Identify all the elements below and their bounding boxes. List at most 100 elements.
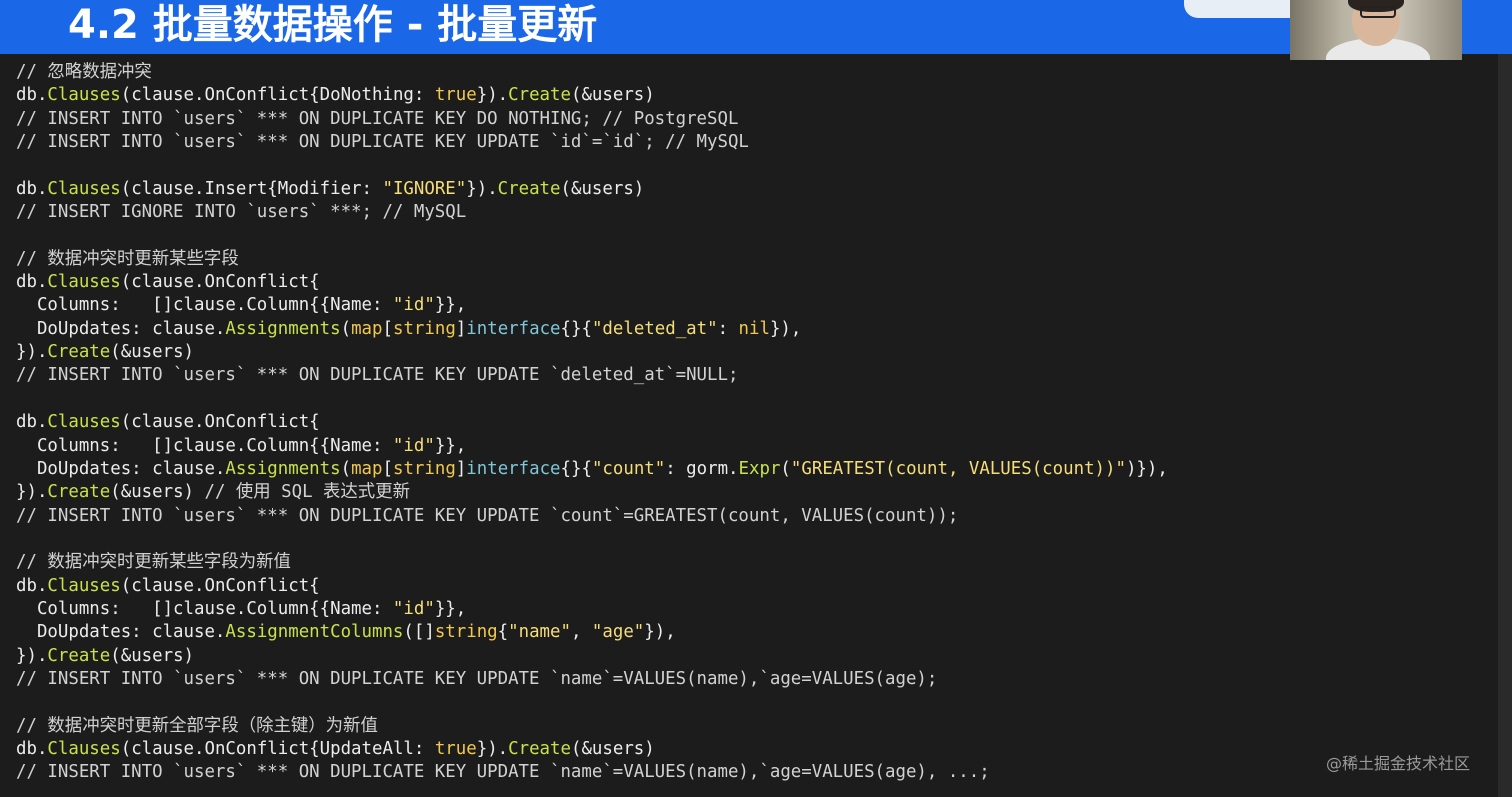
code-line: // INSERT INTO `users` *** ON DUPLICATE … bbox=[16, 131, 1168, 154]
code-string: "id" bbox=[392, 435, 435, 456]
code-text: Columns: []clause.Column{{Name: bbox=[16, 598, 393, 619]
code-comment: // INSERT IGNORE INTO `users` ***; // My… bbox=[16, 202, 467, 223]
code-text: { bbox=[497, 622, 509, 643]
code-text: (clause.Insert{Modifier: bbox=[120, 178, 383, 199]
code-block: // 忽略数据冲突 db.Clauses(clause.OnConflict{Do… bbox=[16, 61, 1168, 785]
code-text: ([] bbox=[403, 622, 435, 643]
code-text: ] bbox=[455, 458, 467, 479]
code-keyword: string bbox=[434, 622, 498, 643]
code-string: "age" bbox=[591, 622, 645, 643]
code-line: Columns: []clause.Column{{Name: "id"}}, bbox=[16, 435, 1168, 458]
code-function: Create bbox=[47, 342, 111, 363]
code-text: }). bbox=[476, 85, 509, 106]
code-function: Expr bbox=[738, 458, 781, 479]
code-text: Columns: []clause.Column{{Name: bbox=[16, 435, 393, 456]
code-text: }). bbox=[466, 178, 498, 199]
code-line: }).Create(&users) bbox=[16, 341, 1168, 364]
code-line: // INSERT INTO `users` *** ON DUPLICATE … bbox=[16, 761, 1168, 784]
code-comment: // INSERT INTO `users` *** ON DUPLICATE … bbox=[16, 668, 938, 689]
code-text: }), bbox=[769, 318, 802, 339]
code-comment: // 数据冲突时更新某些字段 bbox=[16, 248, 239, 269]
code-string: "GREATEST(count, VALUES(count))" bbox=[790, 458, 1126, 479]
code-function: Create bbox=[497, 178, 561, 199]
code-function: Assignments bbox=[225, 458, 341, 479]
code-line: // 数据冲突时更新某些字段为新值 bbox=[16, 551, 1168, 574]
code-comment: // INSERT INTO `users` *** ON DUPLICATE … bbox=[16, 108, 739, 129]
code-text: }), bbox=[644, 622, 676, 643]
code-comment: // INSERT INTO `users` *** ON DUPLICATE … bbox=[16, 132, 749, 153]
code-text: }). bbox=[16, 645, 48, 666]
window-edge bbox=[1498, 54, 1512, 797]
code-line: DoUpdates: clause.AssignmentColumns([]st… bbox=[16, 621, 1168, 644]
webcam-preview bbox=[1290, 0, 1462, 60]
code-keyword: true bbox=[434, 738, 477, 759]
watermark: @稀土掘金技术社区 bbox=[1326, 754, 1471, 773]
code-keyword: string bbox=[392, 318, 456, 339]
title-bar: 4.2 批量数据操作 - 批量更新 bbox=[0, 0, 1512, 54]
code-function: Clauses bbox=[47, 85, 121, 106]
code-type: interface bbox=[466, 458, 561, 479]
slide: 4.2 批量数据操作 - 批量更新 // 忽略数据冲突 db.Clauses(cl… bbox=[0, 0, 1512, 797]
code-text: : bbox=[717, 318, 739, 339]
code-text: (clause.OnConflict{ bbox=[120, 575, 320, 596]
code-text: Columns: []clause.Column{{Name: bbox=[16, 295, 393, 316]
code-text: }}, bbox=[434, 435, 467, 456]
code-line: DoUpdates: clause.Assignments(map[string… bbox=[16, 458, 1168, 481]
code-line: Columns: []clause.Column{{Name: "id"}}, bbox=[16, 294, 1168, 317]
code-line: db.Clauses(clause.OnConflict{DoNothing: … bbox=[16, 84, 1168, 107]
code-text: db. bbox=[16, 85, 48, 106]
code-comment: // INSERT INTO `users` *** ON DUPLICATE … bbox=[16, 762, 990, 783]
code-text: }}, bbox=[434, 598, 467, 619]
code-string: "deleted_at" bbox=[591, 318, 718, 339]
code-type: interface bbox=[466, 318, 561, 339]
presenter-glasses bbox=[1360, 6, 1396, 18]
code-text: (&users) bbox=[570, 738, 655, 759]
code-function: Clauses bbox=[47, 178, 121, 199]
code-line: // INSERT INTO `users` *** ON DUPLICATE … bbox=[16, 108, 1168, 131]
code-keyword: true bbox=[434, 85, 477, 106]
code-text: db. bbox=[16, 272, 48, 293]
code-text: : gorm. bbox=[665, 458, 739, 479]
code-text: }}, bbox=[434, 295, 467, 316]
code-string: "id" bbox=[392, 295, 435, 316]
code-function: Create bbox=[508, 85, 571, 106]
code-line: // INSERT INTO `users` *** ON DUPLICATE … bbox=[16, 364, 1168, 387]
code-line: db.Clauses(clause.OnConflict{ bbox=[16, 575, 1168, 598]
code-text: {}{ bbox=[560, 458, 592, 479]
code-line: db.Clauses(clause.OnConflict{ bbox=[16, 411, 1168, 434]
code-text: DoUpdates: clause. bbox=[16, 458, 226, 479]
code-text: }). bbox=[476, 738, 509, 759]
code-function: Create bbox=[47, 482, 111, 503]
code-line: db.Clauses(clause.OnConflict{UpdateAll: … bbox=[16, 738, 1168, 761]
code-line: // INSERT INTO `users` *** ON DUPLICATE … bbox=[16, 668, 1168, 691]
code-function: Assignments bbox=[225, 318, 341, 339]
code-line: Columns: []clause.Column{{Name: "id"}}, bbox=[16, 598, 1168, 621]
code-text: (&users) bbox=[110, 342, 195, 363]
code-keyword: nil bbox=[738, 318, 770, 339]
code-line: DoUpdates: clause.Assignments(map[string… bbox=[16, 318, 1168, 341]
code-string: "count" bbox=[591, 458, 666, 479]
code-text: )}), bbox=[1125, 458, 1168, 479]
code-text: DoUpdates: clause. bbox=[16, 622, 226, 643]
code-string: "id" bbox=[392, 598, 435, 619]
code-line: // 数据冲突时更新某些字段 bbox=[16, 248, 1168, 271]
code-text: {}{ bbox=[560, 318, 592, 339]
code-text: db. bbox=[16, 738, 48, 759]
code-text: (clause.OnConflict{DoNothing: bbox=[120, 85, 435, 106]
code-text: }). bbox=[16, 342, 48, 363]
code-function: Clauses bbox=[47, 412, 121, 433]
code-line: // 数据冲突时更新全部字段（除主键）为新值 bbox=[16, 715, 1168, 738]
code-comment: // INSERT INTO `users` *** ON DUPLICATE … bbox=[16, 365, 739, 386]
code-text: (clause.OnConflict{ bbox=[120, 412, 320, 433]
code-line: // 忽略数据冲突 bbox=[16, 61, 1168, 84]
code-line: }).Create(&users) // 使用 SQL 表达式更新 bbox=[16, 481, 1168, 504]
code-text: db. bbox=[16, 412, 48, 433]
code-text: (&users) bbox=[110, 482, 205, 503]
code-text: (&users) bbox=[570, 85, 655, 106]
code-text: [ bbox=[382, 458, 393, 479]
code-text: (clause.OnConflict{ bbox=[120, 272, 320, 293]
code-function: Clauses bbox=[47, 575, 121, 596]
code-comment: // INSERT INTO `users` *** ON DUPLICATE … bbox=[16, 505, 959, 526]
